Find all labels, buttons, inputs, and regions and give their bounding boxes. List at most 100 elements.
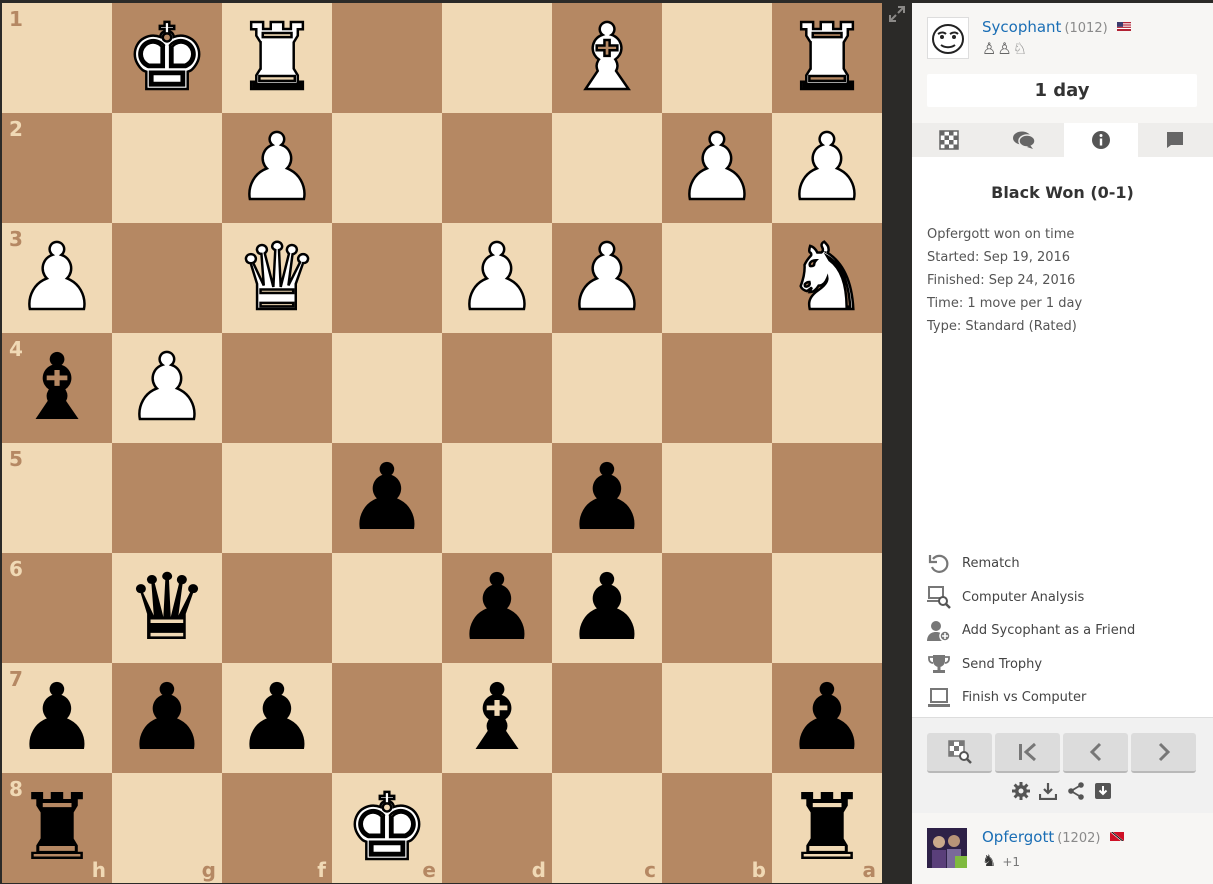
square-a6[interactable] <box>772 553 882 663</box>
analysis-icon <box>927 585 951 610</box>
first-move-button[interactable] <box>995 733 1060 773</box>
square-b7[interactable] <box>662 663 772 773</box>
square-b4[interactable] <box>662 333 772 443</box>
square-c2[interactable] <box>552 113 662 223</box>
chess-board[interactable]: 1 2 3 4 5 6 7 8 h g f e d c b a ♚ ♜ ♝ ♜ ♟ ♟ ♟ ♟ ♛ ♟ ♟ ♞ ♝ ♟ ♟ ♟ ♛ ♟ ♟ ♟ ♟ ♟ ♝ ♟… <box>2 3 882 883</box>
bottom-player-name[interactable]: Opfergott <box>982 828 1054 846</box>
white-rook-piece[interactable]: ♜ <box>772 3 882 113</box>
square-g8[interactable]: g <box>112 773 222 883</box>
square-d4[interactable] <box>442 333 552 443</box>
square-h6[interactable]: 6 <box>2 553 112 663</box>
white-pawn-piece[interactable]: ♟ <box>2 223 112 333</box>
share-icon[interactable] <box>1067 782 1085 800</box>
rematch-button[interactable]: Rematch <box>927 547 1135 581</box>
square-g2[interactable] <box>112 113 222 223</box>
black-pawn-piece[interactable]: ♟ <box>772 663 882 773</box>
white-pawn-piece[interactable]: ♟ <box>112 333 222 443</box>
square-e6[interactable] <box>332 553 442 663</box>
square-d8[interactable]: d <box>442 773 552 883</box>
tab-notes[interactable] <box>1138 123 1212 157</box>
info-line: Opfergott won on time <box>927 227 1075 242</box>
square-d2[interactable] <box>442 113 552 223</box>
white-knight-piece[interactable]: ♞ <box>772 223 882 333</box>
action-label: Send Trophy <box>962 656 1043 672</box>
action-list: Rematch Computer Analysis Add Sycophant … <box>927 547 1135 715</box>
black-bishop-piece[interactable]: ♝ <box>442 663 552 773</box>
square-e1[interactable] <box>332 3 442 113</box>
square-a4[interactable] <box>772 333 882 443</box>
expand-icon[interactable] <box>888 5 906 23</box>
square-b1[interactable] <box>662 3 772 113</box>
info-line: Started: Sep 19, 2016 <box>927 250 1071 265</box>
next-move-button[interactable] <box>1131 733 1196 773</box>
tab-board[interactable] <box>912 123 986 157</box>
white-queen-piece[interactable]: ♛ <box>222 223 332 333</box>
square-e7[interactable] <box>332 663 442 773</box>
square-b5[interactable] <box>662 443 772 553</box>
avatar[interactable] <box>927 828 967 868</box>
white-pawn-piece[interactable]: ♟ <box>552 223 662 333</box>
gear-icon[interactable] <box>1012 782 1030 800</box>
white-rook-piece[interactable]: ♜ <box>222 3 332 113</box>
square-f4[interactable] <box>222 333 332 443</box>
black-pawn-piece[interactable]: ♟ <box>442 553 552 663</box>
black-queen-piece[interactable]: ♛ <box>112 553 222 663</box>
square-d1[interactable] <box>442 3 552 113</box>
square-e2[interactable] <box>332 113 442 223</box>
square-b8[interactable]: b <box>662 773 772 883</box>
square-g3[interactable] <box>112 223 222 333</box>
square-e3[interactable] <box>332 223 442 333</box>
square-f5[interactable] <box>222 443 332 553</box>
tab-chat[interactable] <box>987 123 1061 157</box>
square-c7[interactable] <box>552 663 662 773</box>
top-player-rating: (1012) <box>1064 21 1108 36</box>
square-b6[interactable] <box>662 553 772 663</box>
black-pawn-piece[interactable]: ♟ <box>112 663 222 773</box>
square-h2[interactable]: 2 <box>2 113 112 223</box>
square-f8[interactable]: f <box>222 773 332 883</box>
square-a5[interactable] <box>772 443 882 553</box>
black-pawn-piece[interactable]: ♟ <box>222 663 332 773</box>
avatar[interactable] <box>927 17 969 59</box>
download-icon[interactable] <box>1039 782 1058 800</box>
finish-vs-computer-button[interactable]: Finish vs Computer <box>927 681 1135 715</box>
white-king-piece[interactable]: ♚ <box>332 773 442 883</box>
tab-info[interactable] <box>1064 123 1138 157</box>
white-king-piece[interactable]: ♚ <box>112 3 222 113</box>
info-content: Black Won (0-1) Opfergott won on time St… <box>912 157 1213 717</box>
square-c4[interactable] <box>552 333 662 443</box>
square-e4[interactable] <box>332 333 442 443</box>
top-captured-pieces: ♙♙♘ <box>982 39 1029 58</box>
previous-move-button[interactable] <box>1063 733 1128 773</box>
square-g5[interactable] <box>112 443 222 553</box>
board-search-icon <box>947 740 972 764</box>
computer-analysis-button[interactable]: Computer Analysis <box>927 581 1135 615</box>
white-pawn-piece[interactable]: ♟ <box>772 113 882 223</box>
black-pawn-piece[interactable]: ♟ <box>552 443 662 553</box>
black-pawn-piece[interactable]: ♟ <box>552 553 662 663</box>
chevron-left-icon <box>1089 742 1101 762</box>
top-player-name[interactable]: Sycophant <box>982 18 1061 36</box>
info-icon <box>1092 131 1110 149</box>
info-line: Time: 1 move per 1 day <box>927 296 1083 311</box>
square-f6[interactable] <box>222 553 332 663</box>
white-bishop-piece[interactable]: ♝ <box>552 3 662 113</box>
black-bishop-piece[interactable]: ♝ <box>2 333 112 443</box>
black-rook-piece[interactable]: ♜ <box>772 773 882 883</box>
black-pawn-piece[interactable]: ♟ <box>2 663 112 773</box>
white-pawn-piece[interactable]: ♟ <box>662 113 772 223</box>
square-b3[interactable] <box>662 223 772 333</box>
white-pawn-piece[interactable]: ♟ <box>222 113 332 223</box>
black-rook-piece[interactable]: ♜ <box>2 773 112 883</box>
white-pawn-piece[interactable]: ♟ <box>442 223 552 333</box>
add-friend-button[interactable]: Add Sycophant as a Friend <box>927 614 1135 648</box>
add-friend-icon <box>927 619 951 643</box>
send-trophy-button[interactable]: Send Trophy <box>927 648 1135 682</box>
analysis-board-button[interactable] <box>927 733 992 773</box>
square-c8[interactable]: c <box>552 773 662 883</box>
black-pawn-piece[interactable]: ♟ <box>332 443 442 553</box>
square-h5[interactable]: 5 <box>2 443 112 553</box>
square-h1[interactable]: 1 <box>2 3 112 113</box>
square-d5[interactable] <box>442 443 552 553</box>
save-icon[interactable] <box>1094 782 1112 800</box>
